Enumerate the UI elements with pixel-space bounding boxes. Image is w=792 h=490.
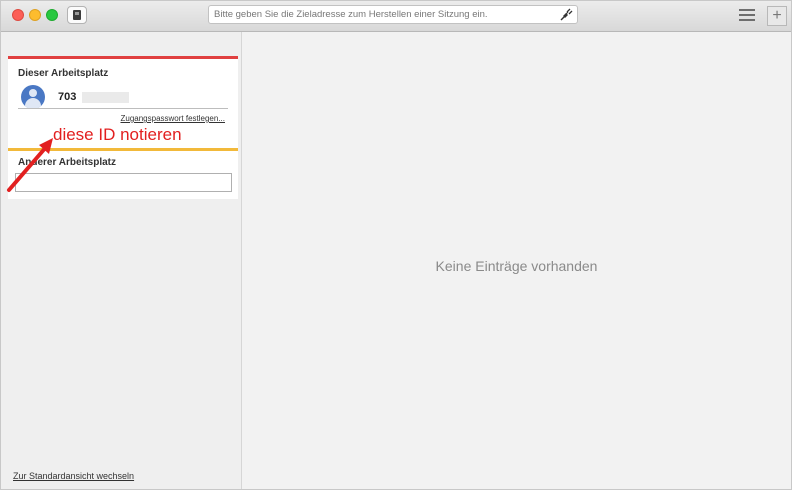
annotation-text: diese ID notieren: [53, 125, 182, 144]
address-bar[interactable]: [208, 5, 578, 24]
title-bar: +: [1, 1, 791, 32]
avatar-icon: [21, 85, 45, 109]
workplace-id: 703: [58, 91, 77, 103]
id-redaction: [82, 92, 129, 103]
switch-standard-view-link[interactable]: Zur Standardansicht wechseln: [13, 471, 134, 481]
sidebar: Dieser Arbeitsplatz 703 Zugangspasswort …: [1, 32, 242, 489]
new-tab-button[interactable]: +: [767, 6, 787, 26]
empty-state-text: Keine Einträge vorhanden: [435, 258, 598, 274]
main-panel: Keine Einträge vorhanden: [242, 32, 791, 489]
set-password-link[interactable]: Zugangspasswort festlegen...: [120, 114, 225, 123]
maximize-window-button[interactable]: [46, 9, 58, 21]
this-workplace-accent-bar: [8, 56, 238, 59]
plug-connect-icon[interactable]: [559, 8, 573, 21]
address-input[interactable]: [209, 6, 554, 23]
minimize-window-button[interactable]: [29, 9, 41, 21]
divider: [18, 108, 228, 109]
hamburger-menu-icon[interactable]: [737, 7, 757, 23]
this-workplace-title: Dieser Arbeitsplatz: [18, 68, 109, 79]
app-menu-button[interactable]: [67, 6, 87, 24]
app-icon: [73, 10, 81, 20]
app-window: + Dieser Arbeitsplatz 703 Zugangspasswor…: [0, 0, 792, 490]
close-window-button[interactable]: [12, 9, 24, 21]
